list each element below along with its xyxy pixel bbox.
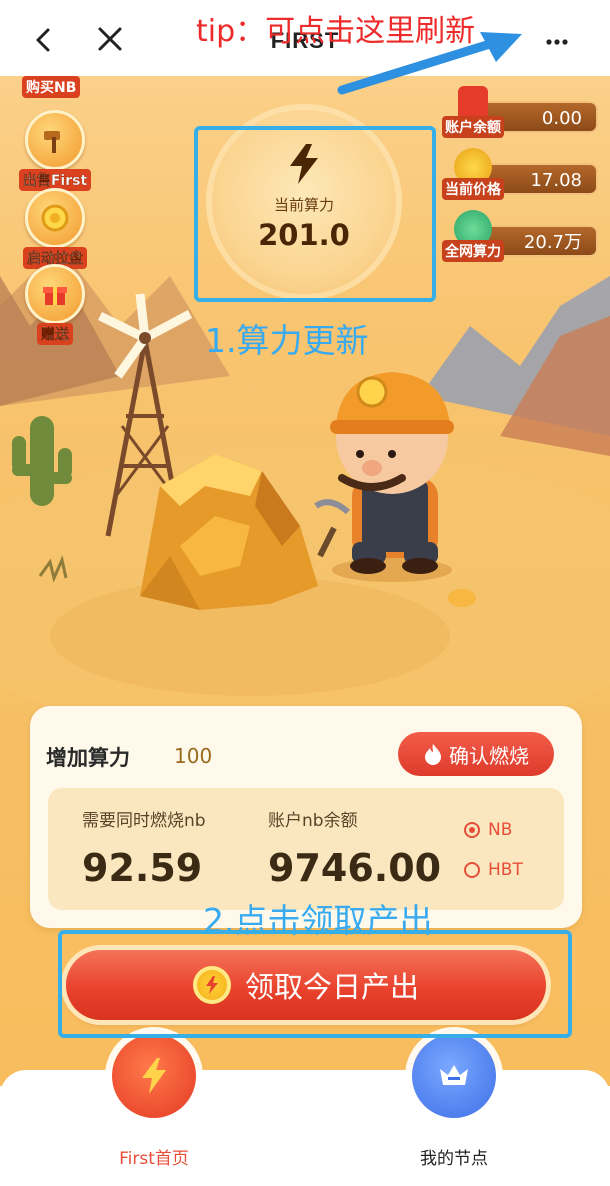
power-update-annotation: 1.算力更新	[205, 321, 369, 360]
hammer-icon	[25, 110, 85, 170]
radio-nb[interactable]: NB	[464, 820, 512, 840]
increase-power-value[interactable]: 100	[174, 744, 212, 768]
network-power-label: 全网算力	[442, 240, 504, 262]
tab-my-nodes[interactable]: 我的节点	[394, 1144, 514, 1169]
account-balance-label: 账户余额	[442, 116, 504, 138]
gift-icon	[25, 264, 85, 324]
gift-button[interactable]: 赠送	[18, 264, 92, 345]
power-highlight-box	[194, 126, 436, 302]
node-tab-icon[interactable]	[412, 1034, 496, 1118]
nb-balance-value: 9746.00	[268, 846, 442, 890]
account-balance-chip: 0.00 账户余额	[438, 86, 598, 138]
confirm-burn-button[interactable]: 确认燃烧	[398, 732, 554, 776]
coin-icon	[25, 188, 85, 248]
more-icon[interactable]	[538, 22, 578, 58]
need-burn-label: 需要同时燃烧nb	[82, 811, 206, 831]
bottom-nav: First首页 我的节点	[0, 1034, 610, 1186]
sell-first-button[interactable]: 出售First	[18, 110, 92, 191]
start-pump-button[interactable]: 启动拉盘	[18, 188, 92, 269]
need-burn-value: 92.59	[82, 846, 203, 890]
burn-details: 需要同时燃烧nb 账户nb余额 92.59 9746.00 NB HBT	[48, 788, 564, 910]
gift-label: 赠送	[37, 323, 73, 345]
radio-nb-label: NB	[488, 820, 513, 840]
flame-icon	[425, 744, 441, 765]
current-price-label: 当前价格	[442, 178, 504, 200]
radio-hbt[interactable]: HBT	[464, 860, 523, 880]
buy-nb-button[interactable]: 购买NB	[22, 76, 81, 98]
network-power-chip: 20.7万 全网算力	[438, 210, 598, 262]
arrow-annotation-icon	[337, 32, 522, 95]
tab-first-home[interactable]: First首页	[94, 1144, 214, 1169]
home-tab-icon[interactable]	[112, 1034, 196, 1118]
radio-hbt-label: HBT	[488, 860, 523, 880]
claim-highlight-box	[58, 930, 572, 1038]
radio-selected-icon	[464, 822, 480, 838]
radio-unselected-icon	[464, 862, 480, 878]
increase-power-label: 增加算力	[46, 746, 130, 770]
current-price-chip: 17.08 当前价格	[438, 148, 598, 200]
confirm-burn-label: 确认燃烧	[449, 743, 529, 768]
nb-balance-label: 账户nb余额	[268, 811, 358, 831]
